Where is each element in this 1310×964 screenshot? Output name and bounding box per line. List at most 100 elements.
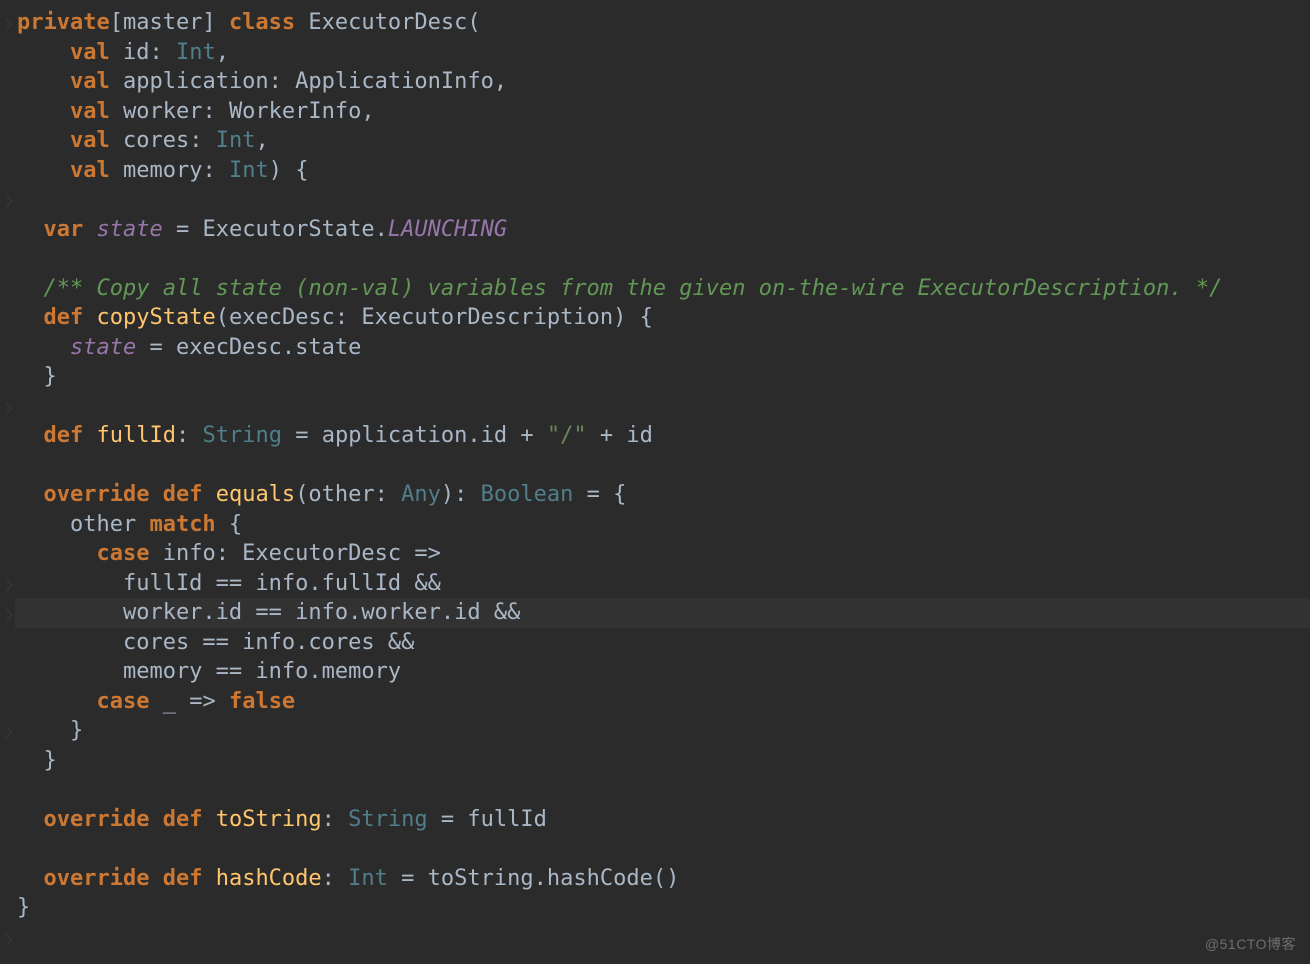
code-line[interactable] xyxy=(15,185,1310,215)
code-line[interactable]: val worker: WorkerInfo, xyxy=(15,97,1310,127)
code-line[interactable]: } xyxy=(15,893,1310,923)
code-token: ): xyxy=(441,482,481,507)
code-token: + id xyxy=(587,423,653,448)
code-editor[interactable]: private[master] class ExecutorDesc( val … xyxy=(0,0,1310,923)
code-line[interactable]: other match { xyxy=(15,510,1310,540)
code-line[interactable]: var state = ExecutorState.LAUNCHING xyxy=(15,215,1310,245)
code-line[interactable]: override def toString: String = fullId xyxy=(15,805,1310,835)
code-token: LAUNCHING xyxy=(388,217,507,242)
code-token: copyState xyxy=(97,305,216,330)
code-token: : xyxy=(322,807,349,832)
code-token xyxy=(17,335,70,360)
code-line[interactable]: def fullId: String = application.id + "/… xyxy=(15,421,1310,451)
code-token: Int xyxy=(176,40,216,65)
code-line[interactable]: val cores: Int, xyxy=(15,126,1310,156)
code-line[interactable]: val id: Int, xyxy=(15,38,1310,68)
code-token xyxy=(17,128,70,153)
gutter-fold-icon[interactable] xyxy=(1,196,12,207)
code-token xyxy=(17,482,44,507)
code-token xyxy=(202,807,215,832)
code-token: Int xyxy=(229,158,269,183)
code-token: memory == info.memory xyxy=(17,659,401,684)
code-line[interactable] xyxy=(15,244,1310,274)
code-line[interactable]: worker.id == info.worker.id && xyxy=(15,598,1310,628)
code-token: ExecutorDesc( xyxy=(295,10,480,35)
code-token: equals xyxy=(216,482,295,507)
code-token: = fullId xyxy=(428,807,547,832)
code-token: id: xyxy=(110,40,176,65)
code-token: _ => xyxy=(149,689,228,714)
gutter-fold-icon[interactable] xyxy=(1,933,12,944)
code-line[interactable]: fullId == info.fullId && xyxy=(15,569,1310,599)
code-token: case xyxy=(96,689,149,714)
code-token: override def xyxy=(44,866,203,891)
code-token: def xyxy=(44,423,84,448)
code-line[interactable]: } xyxy=(15,716,1310,746)
code-token: memory: xyxy=(110,158,229,183)
code-token: false xyxy=(229,689,295,714)
code-token xyxy=(17,866,44,891)
code-token xyxy=(17,217,44,242)
code-line[interactable]: } xyxy=(15,746,1310,776)
code-line[interactable]: def copyState(execDesc: ExecutorDescript… xyxy=(15,303,1310,333)
code-token: { xyxy=(216,512,243,537)
code-line[interactable]: private[master] class ExecutorDesc( xyxy=(15,8,1310,38)
gutter-fold-icon[interactable] xyxy=(1,579,12,590)
gutter-fold-icon[interactable] xyxy=(1,402,12,413)
code-token: Boolean xyxy=(481,482,574,507)
gutter-fold-icon[interactable] xyxy=(1,19,12,30)
code-token: (other: xyxy=(295,482,401,507)
code-token: : xyxy=(176,423,203,448)
code-line[interactable]: case info: ExecutorDesc => xyxy=(15,539,1310,569)
code-line[interactable]: cores == info.cores && xyxy=(15,628,1310,658)
code-token: match xyxy=(149,512,215,537)
code-line[interactable]: memory == info.memory xyxy=(15,657,1310,687)
editor-gutter xyxy=(0,0,15,923)
code-line[interactable]: val application: ApplicationInfo, xyxy=(15,67,1310,97)
code-token: } xyxy=(17,364,57,389)
code-token: worker: WorkerInfo, xyxy=(110,99,375,124)
code-token: } xyxy=(17,718,83,743)
code-line[interactable]: state = execDesc.state xyxy=(15,333,1310,363)
code-token xyxy=(17,305,44,330)
code-line[interactable]: case _ => false xyxy=(15,687,1310,717)
code-token: fullId == info.fullId && xyxy=(17,571,441,596)
code-line[interactable]: /** Copy all state (non-val) variables f… xyxy=(15,274,1310,304)
code-token: val xyxy=(70,40,110,65)
code-token: def xyxy=(44,305,84,330)
code-token: cores == info.cores && xyxy=(17,630,414,655)
code-token: override def xyxy=(44,807,203,832)
code-token: class xyxy=(229,10,295,35)
code-token: [master] xyxy=(110,10,229,35)
code-line[interactable]: override def hashCode: Int = toString.ha… xyxy=(15,864,1310,894)
code-line[interactable] xyxy=(15,775,1310,805)
code-token: val xyxy=(70,99,110,124)
code-token xyxy=(17,541,96,566)
code-token xyxy=(17,276,44,301)
code-line[interactable]: val memory: Int) { xyxy=(15,156,1310,186)
code-token: val xyxy=(70,158,110,183)
code-token: , xyxy=(216,40,229,65)
code-area[interactable]: private[master] class ExecutorDesc( val … xyxy=(15,0,1310,923)
watermark: @51CTO博客 xyxy=(1205,934,1296,954)
code-line[interactable]: } xyxy=(15,362,1310,392)
code-token: (execDesc: ExecutorDescription) { xyxy=(216,305,653,330)
gutter-fold-icon[interactable] xyxy=(1,609,12,620)
code-token: = application.id + xyxy=(282,423,547,448)
code-line[interactable] xyxy=(15,451,1310,481)
code-token: var xyxy=(44,217,84,242)
code-token: , xyxy=(255,128,268,153)
code-token xyxy=(202,482,215,507)
code-line[interactable] xyxy=(15,834,1310,864)
code-token: info: ExecutorDesc => xyxy=(149,541,440,566)
code-token: private xyxy=(17,10,110,35)
code-line[interactable]: override def equals(other: Any): Boolean… xyxy=(15,480,1310,510)
code-token: : xyxy=(322,866,349,891)
code-line[interactable] xyxy=(15,392,1310,422)
code-token xyxy=(17,423,44,448)
code-token: application: ApplicationInfo, xyxy=(110,69,507,94)
code-token xyxy=(83,217,96,242)
gutter-fold-icon[interactable] xyxy=(1,727,12,738)
code-token: val xyxy=(70,128,110,153)
code-token xyxy=(17,99,70,124)
